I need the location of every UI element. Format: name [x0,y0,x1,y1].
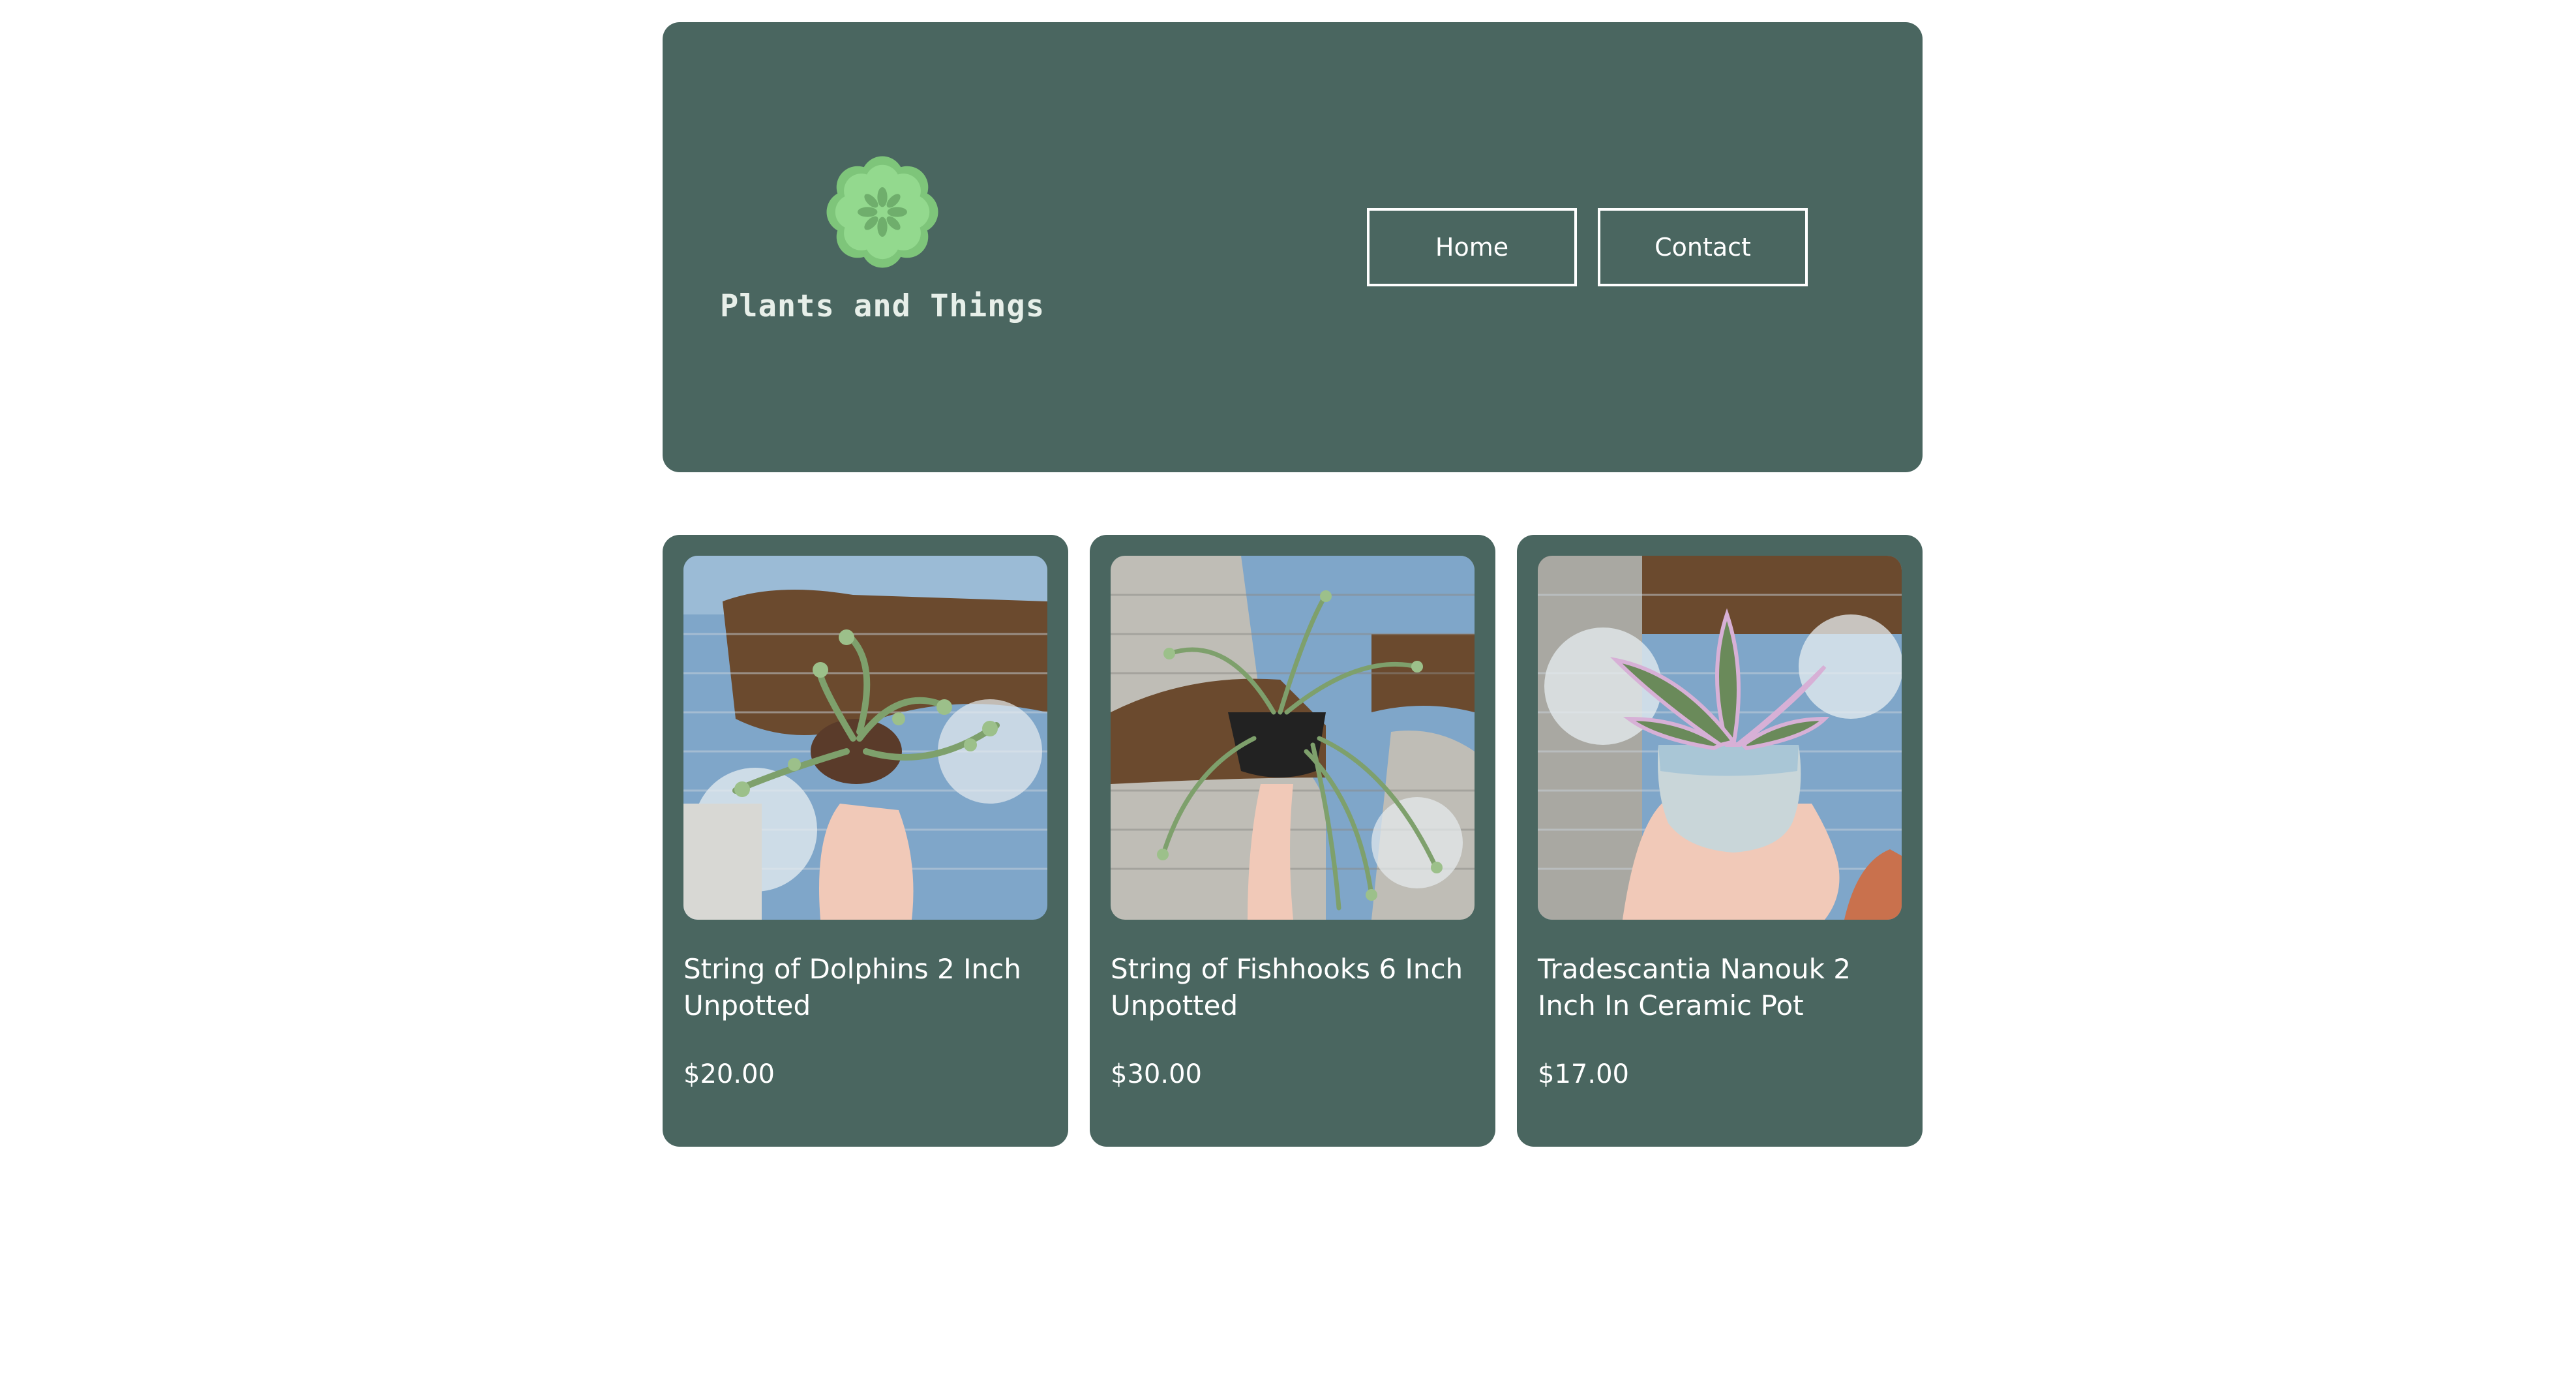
product-card[interactable]: Tradescantia Nanouk 2 Inch In Ceramic Po… [1517,535,1923,1147]
product-title[interactable]: Tradescantia Nanouk 2 Inch In Ceramic Po… [1538,951,1908,1024]
product-price: $20.00 [683,1059,775,1089]
brand-name: Plants and Things [719,288,1045,324]
product-card[interactable]: String of Fishhooks 6 Inch Unpotted $30.… [1090,535,1495,1147]
product-price: $17.00 [1538,1059,1629,1089]
flower-icon [826,156,938,268]
plant-photo [1538,556,1902,920]
product-image[interactable] [1111,556,1475,920]
plant-photo [1111,556,1475,920]
home-button[interactable]: Home [1367,208,1577,286]
brand[interactable]: Plants and Things [720,150,1044,324]
product-title[interactable]: String of Fishhooks 6 Inch Unpotted [1111,951,1481,1024]
main-nav: Home Contact [1367,208,1808,286]
contact-button[interactable]: Contact [1598,208,1808,286]
site-header: Plants and Things Home Contact [663,22,1923,472]
product-title[interactable]: String of Dolphins 2 Inch Unpotted [683,951,1054,1024]
plant-photo [683,556,1047,920]
product-image[interactable] [1538,556,1902,920]
page: Plants and Things Home Contact String of… [0,0,2576,1375]
product-price: $30.00 [1111,1059,1202,1089]
product-card[interactable]: String of Dolphins 2 Inch Unpotted $20.0… [663,535,1068,1147]
product-image[interactable] [683,556,1047,920]
product-grid: String of Dolphins 2 Inch Unpotted $20.0… [663,535,1923,1147]
